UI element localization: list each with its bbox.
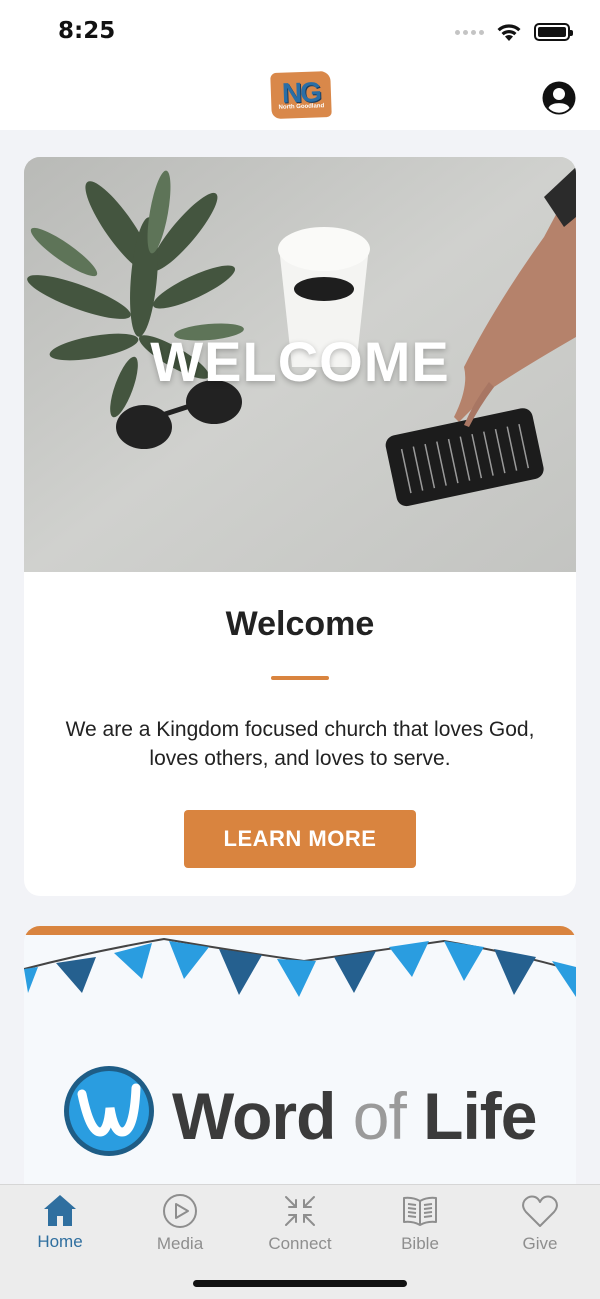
status-icons bbox=[455, 22, 573, 42]
tab-bible[interactable]: Bible bbox=[360, 1193, 480, 1261]
book-icon bbox=[403, 1196, 437, 1226]
church-logo[interactable]: NG North Goodland bbox=[270, 70, 332, 120]
wordmark-life: Life bbox=[423, 1079, 537, 1153]
tab-connect[interactable]: Connect bbox=[240, 1193, 360, 1261]
home-indicator bbox=[193, 1280, 407, 1287]
account-icon[interactable] bbox=[542, 81, 576, 115]
status-bar: 8:25 bbox=[0, 0, 600, 64]
app-header: NG North Goodland bbox=[0, 64, 600, 130]
tab-label: Home bbox=[37, 1232, 83, 1251]
wordmark-of: of bbox=[352, 1079, 407, 1153]
logo-subtitle: North Goodland bbox=[278, 103, 325, 111]
word-of-life-card[interactable]: Word of Life bbox=[24, 926, 576, 1226]
play-icon bbox=[163, 1194, 197, 1228]
bunting-decoration bbox=[24, 937, 576, 997]
home-icon bbox=[44, 1195, 76, 1226]
hero-image: WELCOME bbox=[24, 157, 576, 572]
wordmark-word: Word bbox=[172, 1079, 336, 1153]
connect-icon bbox=[285, 1196, 315, 1226]
card-title: Welcome bbox=[225, 605, 375, 643]
battery-icon bbox=[534, 23, 573, 41]
heart-icon bbox=[522, 1195, 558, 1227]
title-divider bbox=[271, 676, 329, 680]
tab-media[interactable]: Media bbox=[120, 1193, 240, 1261]
tab-label: Bible bbox=[401, 1234, 439, 1253]
status-time: 8:25 bbox=[58, 18, 116, 44]
tab-label: Give bbox=[522, 1234, 558, 1253]
learn-more-button[interactable]: LEARN MORE bbox=[184, 810, 416, 868]
signal-icon bbox=[455, 29, 484, 35]
word-of-life-wordmark: Word of Life bbox=[172, 1078, 538, 1154]
welcome-card[interactable]: WELCOME Welcome We are a Kingdom focused… bbox=[24, 157, 576, 896]
tab-give[interactable]: Give bbox=[480, 1193, 600, 1261]
tab-label: Media bbox=[156, 1234, 204, 1253]
tab-home[interactable]: Home bbox=[0, 1193, 120, 1261]
card-description: We are a Kingdom focused church that lov… bbox=[65, 718, 535, 770]
wifi-icon bbox=[497, 24, 521, 41]
tab-label: Connect bbox=[268, 1234, 332, 1253]
hero-heading: WELCOME bbox=[150, 330, 450, 393]
word-of-life-logo-icon bbox=[64, 1066, 154, 1156]
